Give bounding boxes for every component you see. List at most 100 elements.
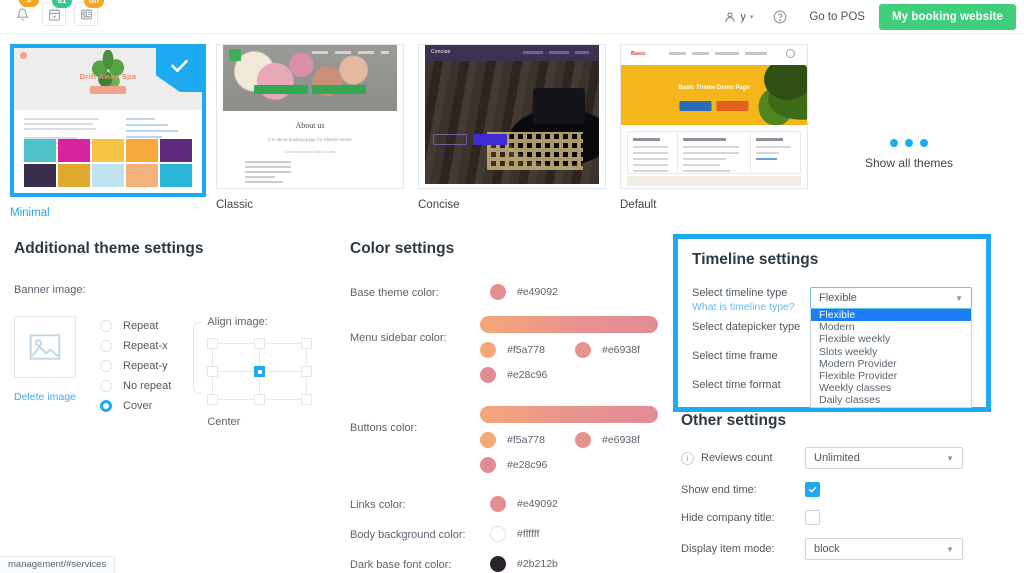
gradient-stop[interactable]: #e28c96 — [480, 457, 575, 473]
delete-image-link[interactable]: Delete image — [14, 391, 76, 403]
help-button[interactable] — [765, 10, 795, 24]
radio-no-repeat[interactable]: No repeat — [100, 376, 171, 395]
datepicker-type-label: Select datepicker type — [692, 321, 810, 333]
color-row-body-background: Body background color: #ffffff — [350, 526, 670, 542]
color-value[interactable]: #e49092 — [490, 496, 558, 512]
bell-icon[interactable]: 5 — [10, 2, 34, 26]
gradient-stop[interactable]: #e6938f — [575, 342, 670, 358]
dropdown-option-slots-weekly[interactable]: Slots weekly — [811, 346, 971, 358]
color-value[interactable]: #e49092 — [490, 284, 558, 300]
reviews-count-select[interactable]: Unlimited ▼ — [805, 447, 963, 469]
timeline-type-label: Select timeline type — [692, 287, 810, 299]
additional-theme-settings-panel: Additional theme settings Banner image: … — [14, 240, 339, 428]
display-item-mode-select[interactable]: block ▼ — [805, 538, 963, 560]
theme-thumbnail-default[interactable]: Basic Basic Theme Demo Page — [620, 44, 808, 189]
color-swatch[interactable] — [480, 342, 496, 358]
align-cell-bottom-left[interactable] — [207, 394, 218, 405]
chevron-down-icon: ▼ — [946, 545, 954, 554]
gradient-stop[interactable]: #f5a778 — [480, 342, 575, 358]
timeline-type-help-link[interactable]: What is timeline type? — [692, 301, 810, 313]
timeline-type-select[interactable]: Flexible ▼ — [810, 287, 972, 309]
radio-repeat[interactable]: Repeat — [100, 316, 171, 335]
status-bar-url: management/#services — [0, 556, 115, 573]
dropdown-option-flexible-weekly[interactable]: Flexible weekly — [811, 333, 971, 345]
theme-card-minimal[interactable]: Drift Away Spa Minimal — [10, 44, 206, 219]
radio-repeat-y[interactable]: Repeat-y — [100, 356, 171, 375]
dropdown-option-flexible-provider[interactable]: Flexible Provider — [811, 370, 971, 382]
align-cell-middle-left[interactable] — [207, 366, 218, 377]
color-swatch[interactable] — [480, 457, 496, 473]
dropdown-option-modern[interactable]: Modern — [811, 321, 971, 333]
color-label: Buttons color: — [350, 406, 480, 434]
color-swatch[interactable] — [480, 432, 496, 448]
gradient-bar[interactable] — [480, 316, 658, 333]
color-row-links: Links color: #e49092 — [350, 496, 670, 512]
hide-company-title-checkbox[interactable] — [805, 510, 820, 525]
show-all-themes-button[interactable]: Show all themes — [865, 139, 953, 170]
align-image-caption: Center — [207, 416, 312, 428]
news-icon[interactable]: off — [74, 2, 98, 26]
align-cell-bottom-right[interactable] — [301, 394, 312, 405]
info-icon[interactable]: i — [681, 452, 694, 465]
align-cell-top-left[interactable] — [207, 338, 218, 349]
theme-label-classic: Classic — [216, 199, 404, 211]
color-hex: #f5a778 — [507, 344, 545, 356]
time-frame-label: Select time frame — [692, 350, 810, 362]
radio-repeat-x[interactable]: Repeat-x — [100, 336, 171, 355]
notification-icons: 5 81 off — [10, 2, 98, 26]
timeline-type-row: Select timeline type What is timeline ty… — [692, 287, 972, 313]
gradient-stop[interactable]: #e28c96 — [480, 367, 575, 383]
align-cell-top-right[interactable] — [301, 338, 312, 349]
color-value[interactable]: #ffffff — [490, 526, 539, 542]
concise-logo: Concise — [431, 49, 450, 55]
color-value[interactable]: #2b212b — [490, 556, 558, 572]
color-row-menu-sidebar: Menu sidebar color: #f5a778 #e6938f #e28… — [350, 316, 670, 392]
other-settings-title: Other settings — [681, 412, 1011, 430]
align-cell-center[interactable] — [254, 366, 265, 377]
dropdown-option-flexible[interactable]: Flexible — [811, 309, 971, 321]
dropdown-option-weekly-classes[interactable]: Weekly classes — [811, 382, 971, 394]
show-end-time-checkbox[interactable] — [805, 482, 820, 497]
theme-thumbnail-minimal[interactable]: Drift Away Spa — [10, 44, 206, 197]
align-cell-middle-right[interactable] — [301, 366, 312, 377]
color-hex: #f5a778 — [507, 434, 545, 446]
color-hex: #e28c96 — [507, 369, 547, 381]
radio-cover[interactable]: Cover — [100, 396, 171, 415]
gradient-bar[interactable] — [480, 406, 658, 423]
user-menu[interactable]: y ▾ — [712, 11, 765, 23]
my-booking-website-button[interactable]: My booking website — [879, 4, 1016, 30]
color-swatch[interactable] — [490, 496, 506, 512]
theme-card-classic[interactable]: About us It is about booking page for Cl… — [216, 44, 404, 211]
radio-label: Repeat — [123, 320, 158, 332]
color-label: Body background color: — [350, 526, 490, 541]
gradient-stop[interactable]: #e6938f — [575, 432, 670, 448]
gradient-stops: #f5a778 #e6938f #e28c96 — [480, 342, 670, 392]
banner-image-preview[interactable] — [14, 316, 76, 378]
color-swatch[interactable] — [490, 526, 506, 542]
theme-card-concise[interactable]: Concise Concise — [418, 44, 606, 211]
color-hex: #e49092 — [517, 498, 558, 510]
go-to-pos-button[interactable]: Go to POS — [795, 11, 879, 23]
theme-thumbnail-classic[interactable]: About us It is about booking page for Cl… — [216, 44, 404, 189]
question-circle-icon — [773, 10, 787, 24]
dropdown-option-daily-classes[interactable]: Daily classes — [811, 394, 971, 406]
banner-image-label: Banner image: — [14, 284, 339, 296]
calendar-check-icon[interactable]: 81 — [42, 2, 66, 26]
classic-feature-list — [245, 161, 291, 186]
minimal-image-grid — [24, 139, 192, 187]
timeline-type-dropdown[interactable]: Flexible Modern Flexible weekly Slots we… — [810, 309, 972, 408]
theme-thumbnail-concise[interactable]: Concise — [418, 44, 606, 189]
align-cell-bottom-center[interactable] — [254, 394, 265, 405]
time-format-label: Select time format — [692, 379, 810, 391]
dropdown-option-modern-provider[interactable]: Modern Provider — [811, 358, 971, 370]
color-swatch[interactable] — [575, 342, 591, 358]
timeline-settings-title: Timeline settings — [692, 251, 972, 269]
color-swatch[interactable] — [480, 367, 496, 383]
gradient-stop[interactable]: #f5a778 — [480, 432, 575, 448]
color-swatch[interactable] — [575, 432, 591, 448]
color-swatch[interactable] — [490, 556, 506, 572]
color-hex: #e6938f — [602, 434, 640, 446]
align-cell-top-center[interactable] — [254, 338, 265, 349]
color-swatch[interactable] — [490, 284, 506, 300]
theme-card-default[interactable]: Basic Basic Theme Demo Page Default — [620, 44, 808, 211]
